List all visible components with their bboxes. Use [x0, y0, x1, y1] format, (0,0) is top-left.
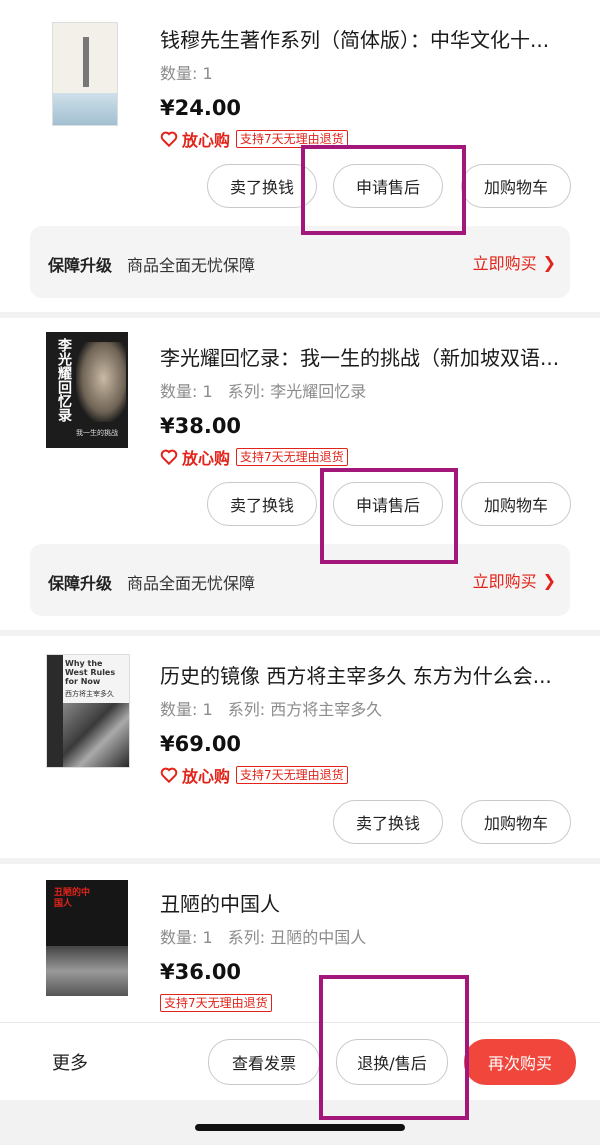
add-to-cart-button[interactable]: 加购物车 — [461, 800, 571, 844]
buy-again-button[interactable]: 再次购买 — [464, 1039, 576, 1085]
cover-english-title: Why the West Rules for Now — [65, 659, 116, 686]
product-image[interactable]: 李光耀回忆录 我一生的挑战 — [46, 332, 128, 448]
protection-title: 保障升级 — [48, 574, 113, 593]
bottom-action-bar: 更多 查看发票 退换/售后 再次购买 — [0, 1022, 600, 1100]
order-item-card: 丑陋的中国人 丑陋的中国人 数量: 1 系列: 丑陋的中国人 ¥36.00 支持… — [0, 864, 600, 1022]
more-button[interactable]: 更多 — [52, 1049, 88, 1075]
protection-desc: 商品全面无忧保障 — [127, 256, 256, 275]
heart-icon — [160, 767, 178, 784]
home-indicator[interactable] — [195, 1124, 405, 1131]
product-meta: 数量: 1 系列: 西方将主宰多久 — [160, 696, 392, 720]
sell-for-cash-button[interactable]: 卖了换钱 — [333, 800, 443, 844]
product-meta: 数量: 1 系列: 李光耀回忆录 — [160, 378, 376, 402]
product-price: ¥69.00 — [160, 732, 242, 756]
chevron-right-icon: ❯ — [542, 252, 556, 272]
apply-after-sale-button[interactable]: 申请售后 — [333, 482, 443, 526]
buy-now-link[interactable]: 立即购买 ❯ — [473, 568, 556, 592]
return-after-sale-button[interactable]: 退换/售后 — [336, 1039, 448, 1085]
product-title[interactable]: 李光耀回忆录：我一生的挑战（新加坡双语... — [160, 342, 575, 371]
assurance-row: 放心购 支持7天无理由退货 — [160, 128, 348, 150]
protection-desc: 商品全面无忧保障 — [127, 574, 256, 593]
return-policy-tag: 支持7天无理由退货 — [160, 994, 272, 1012]
assurance-row: 支持7天无理由退货 — [160, 992, 272, 1014]
product-price: ¥38.00 — [160, 414, 242, 438]
view-invoice-button[interactable]: 查看发票 — [208, 1039, 320, 1085]
heart-icon — [160, 449, 178, 466]
product-image[interactable]: 丑陋的中国人 — [46, 880, 128, 996]
heart-icon — [160, 131, 178, 148]
order-item-card: 李光耀回忆录 我一生的挑战 李光耀回忆录：我一生的挑战（新加坡双语... 数量:… — [0, 318, 600, 630]
product-price: ¥24.00 — [160, 96, 242, 120]
chevron-right-icon: ❯ — [542, 570, 556, 590]
sell-for-cash-button[interactable]: 卖了换钱 — [207, 482, 317, 526]
return-policy-tag: 支持7天无理由退货 — [236, 448, 348, 466]
order-item-card: Why the West Rules for Now 西方将主宰多久 历史的镜像… — [0, 636, 600, 858]
protection-upgrade-banner[interactable]: 保障升级 商品全面无忧保障 立即购买 ❯ — [30, 544, 570, 616]
product-quantity: 数量: 1 — [160, 60, 223, 84]
sell-for-cash-button[interactable]: 卖了换钱 — [207, 164, 317, 208]
quantity-text: 数量: 1 — [160, 382, 213, 401]
order-item-card: 钱穆先生著作系列（简体版）：中华文化十... 数量: 1 ¥24.00 放心购 … — [0, 0, 600, 312]
product-image[interactable] — [52, 22, 118, 126]
protection-title: 保障升级 — [48, 256, 113, 275]
apply-after-sale-button[interactable]: 申请售后 — [333, 164, 443, 208]
assurance-row: 放心购 支持7天无理由退货 — [160, 446, 348, 468]
product-price: ¥36.00 — [160, 960, 242, 984]
protection-upgrade-banner[interactable]: 保障升级 商品全面无忧保障 立即购买 ❯ — [30, 226, 570, 298]
buy-now-link[interactable]: 立即购买 ❯ — [473, 250, 556, 274]
return-policy-tag: 支持7天无理由退货 — [236, 766, 348, 784]
product-image[interactable]: Why the West Rules for Now 西方将主宰多久 — [46, 654, 130, 768]
cover-subtitle: 我一生的挑战 — [76, 429, 118, 437]
assurance-label: 放心购 — [182, 131, 231, 150]
series-text: 系列: 丑陋的中国人 — [227, 928, 367, 947]
return-policy-tag: 支持7天无理由退货 — [236, 130, 348, 148]
buy-now-label: 立即购买 — [472, 572, 537, 591]
series-text: 系列: 李光耀回忆录 — [227, 382, 367, 401]
cover-title: 李光耀回忆录 — [56, 338, 72, 422]
assurance-label: 放心购 — [182, 767, 231, 786]
product-title[interactable]: 钱穆先生著作系列（简体版）：中华文化十... — [160, 24, 575, 53]
add-to-cart-button[interactable]: 加购物车 — [461, 482, 571, 526]
product-meta: 数量: 1 系列: 丑陋的中国人 — [160, 924, 376, 948]
quantity-text: 数量: 1 — [160, 928, 213, 947]
assurance-label: 放心购 — [182, 449, 231, 468]
product-title[interactable]: 丑陋的中国人 — [160, 888, 575, 917]
series-text: 系列: 西方将主宰多久 — [227, 700, 383, 719]
buy-now-label: 立即购买 — [472, 254, 537, 273]
cover-chinese-title: 西方将主宰多久 — [65, 690, 114, 698]
product-title[interactable]: 历史的镜像 西方将主宰多久 东方为什么会... — [160, 660, 575, 689]
quantity-text: 数量: 1 — [160, 64, 213, 83]
add-to-cart-button[interactable]: 加购物车 — [461, 164, 571, 208]
quantity-text: 数量: 1 — [160, 700, 213, 719]
assurance-row: 放心购 支持7天无理由退货 — [160, 764, 348, 786]
cover-title: 丑陋的中国人 — [54, 888, 91, 909]
